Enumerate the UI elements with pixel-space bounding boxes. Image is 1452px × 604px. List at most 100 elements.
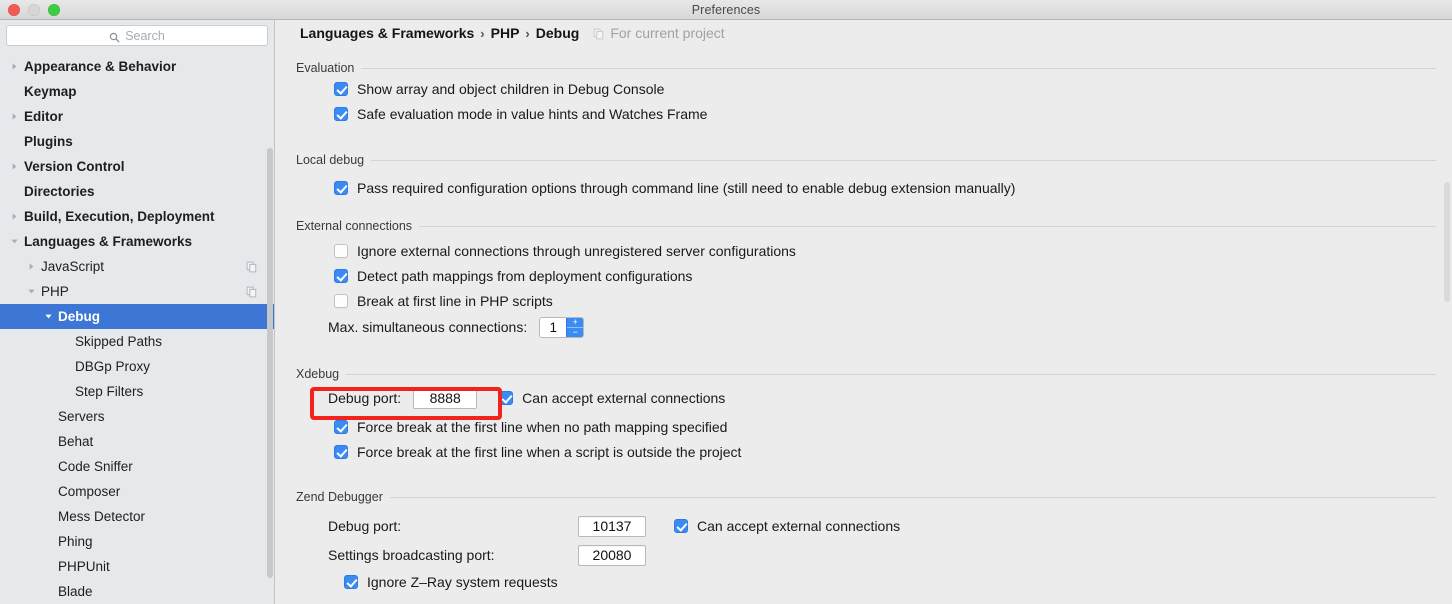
sidebar-item-keymap[interactable]: Keymap (0, 79, 274, 104)
content-scrollbar[interactable] (1444, 22, 1450, 602)
checkbox-row-force-break-outside-project[interactable]: Force break at the first line when a scr… (296, 439, 1436, 464)
sidebar-item-label: Servers (58, 409, 105, 424)
section-title-zend-debugger: Zend Debugger (296, 490, 383, 504)
chevron-right-icon[interactable] (9, 161, 20, 172)
break-at-first-line-label: Break at first line in PHP scripts (357, 292, 553, 309)
force-break-no-path-mapping-checkbox[interactable] (334, 419, 348, 434)
sidebar-item-languages-frameworks[interactable]: Languages & Frameworks (0, 229, 274, 254)
search-input[interactable]: Search (6, 25, 268, 46)
section-xdebug: Xdebug Debug port: 8888 Can accept exter… (296, 366, 1436, 464)
sidebar-item-behat[interactable]: Behat (0, 429, 274, 454)
sidebar-item-appearance-behavior[interactable]: Appearance & Behavior (0, 54, 274, 79)
section-header: Xdebug (296, 366, 1436, 382)
sidebar-item-blade[interactable]: Blade (0, 579, 274, 604)
stepper-buttons[interactable]: + − (566, 317, 584, 337)
sidebar-scrollbar[interactable] (267, 52, 273, 592)
pass-required-config-checkbox[interactable] (334, 180, 348, 195)
chevron-right-icon[interactable] (9, 61, 20, 72)
xdebug-accept-external-checkbox[interactable] (499, 391, 514, 405)
chevron-right-icon[interactable] (9, 111, 20, 122)
chevron-right-icon[interactable] (26, 261, 37, 272)
sidebar-item-label: Composer (58, 484, 121, 499)
ignore-zray-checkbox[interactable] (344, 574, 358, 589)
safe-evaluation-mode-checkbox[interactable] (334, 106, 348, 121)
detect-path-mappings-checkbox[interactable] (334, 268, 348, 283)
breadcrumb-item-2[interactable]: Debug (536, 25, 580, 41)
traffic-light-buttons (8, 4, 60, 16)
checkbox-row-force-break-no-path-mapping[interactable]: Force break at the first line when no pa… (296, 414, 1436, 439)
chevron-down-icon[interactable] (9, 236, 20, 247)
checkbox-row-show-array-children[interactable]: Show array and object children in Debug … (296, 76, 1436, 101)
sidebar-item-label: JavaScript (41, 259, 105, 274)
sidebar-item-plugins[interactable]: Plugins (0, 129, 274, 154)
window-titlebar: Preferences (0, 0, 1452, 20)
ignore-external-connections-checkbox[interactable] (334, 243, 348, 258)
sidebar-item-skipped-paths[interactable]: Skipped Paths (0, 329, 274, 354)
sidebar-item-javascript[interactable]: JavaScript (0, 254, 274, 279)
minimize-button[interactable] (28, 4, 40, 16)
sidebar-item-mess-detector[interactable]: Mess Detector (0, 504, 274, 529)
close-button[interactable] (8, 4, 20, 16)
max-connections-stepper[interactable]: 1 + − (539, 316, 585, 338)
section-header: Zend Debugger (296, 489, 1436, 505)
sidebar-item-dbgp-proxy[interactable]: DBGp Proxy (0, 354, 274, 379)
chevron-down-icon[interactable] (43, 311, 54, 322)
section-header: External connections (296, 218, 1436, 234)
sidebar-item-directories[interactable]: Directories (0, 179, 274, 204)
content-scrollbar-thumb[interactable] (1444, 182, 1450, 302)
checkbox-row-pass-required-config[interactable]: Pass required configuration options thro… (296, 175, 1436, 200)
checkbox-row-ignore-external-connections[interactable]: Ignore external connections through unre… (296, 238, 1436, 263)
search-icon (109, 30, 120, 43)
sidebar-item-servers[interactable]: Servers (0, 404, 274, 429)
sidebar-item-version-control[interactable]: Version Control (0, 154, 274, 179)
sidebar-item-label: PHPUnit (58, 559, 110, 574)
sidebar-item-build-execution-deployment[interactable]: Build, Execution, Deployment (0, 204, 274, 229)
breadcrumb-item-0[interactable]: Languages & Frameworks (300, 25, 474, 41)
sidebar-scrollbar-thumb[interactable] (267, 148, 273, 578)
checkbox-row-ignore-zray[interactable]: Ignore Z–Ray system requests (296, 569, 1436, 594)
break-at-first-line-checkbox[interactable] (334, 293, 348, 308)
search-container: Search (0, 20, 274, 50)
section-divider (361, 67, 1436, 69)
sidebar-item-phing[interactable]: Phing (0, 529, 274, 554)
scope-indicator: For current project (593, 25, 725, 41)
chevron-down-icon[interactable] (26, 286, 37, 297)
show-array-children-checkbox[interactable] (334, 81, 348, 96)
zend-broadcast-port-input[interactable]: 20080 (578, 544, 646, 566)
breadcrumb-item-1[interactable]: PHP (491, 25, 520, 41)
sidebar-item-editor[interactable]: Editor (0, 104, 274, 129)
settings-tree: Appearance & Behavior Keymap Editor Plugins… (0, 50, 274, 604)
sidebar-item-composer[interactable]: Composer (0, 479, 274, 504)
zoom-button[interactable] (48, 4, 60, 16)
stepper-up-button[interactable]: + (567, 318, 584, 328)
sidebar-item-label: Code Sniffer (58, 459, 133, 474)
section-title-xdebug: Xdebug (296, 367, 340, 381)
chevron-right-icon[interactable] (9, 211, 20, 222)
zend-debug-port-label: Debug port: (328, 518, 402, 534)
search-placeholder: Search (125, 28, 165, 43)
zend-accept-external-checkbox[interactable] (674, 519, 688, 533)
sidebar-item-debug[interactable]: Debug (0, 304, 274, 329)
xdebug-debug-port-row: Debug port: 8888 Can accept external con… (296, 382, 1436, 414)
stepper-down-button[interactable]: − (567, 327, 583, 337)
sidebar-item-php[interactable]: PHP (0, 279, 274, 304)
sidebar-item-step-filters[interactable]: Step Filters (0, 379, 274, 404)
preferences-window: Preferences Search Appearance & Behavior… (0, 0, 1452, 604)
sidebar-item-phpunit[interactable]: PHPUnit (0, 554, 274, 579)
max-connections-value[interactable]: 1 (540, 317, 567, 337)
xdebug-debug-port-input[interactable]: 8888 (413, 387, 478, 409)
zend-debug-port-input[interactable]: 10137 (578, 515, 646, 537)
checkbox-row-detect-path-mappings[interactable]: Detect path mappings from deployment con… (296, 263, 1436, 288)
sidebar-item-label: Languages & Frameworks (24, 234, 193, 249)
checkbox-row-safe-evaluation-mode[interactable]: Safe evaluation mode in value hints and … (296, 101, 1436, 126)
checkbox-row-break-at-first-line[interactable]: Break at first line in PHP scripts (296, 288, 1436, 313)
sidebar-item-code-sniffer[interactable]: Code Sniffer (0, 454, 274, 479)
force-break-outside-project-checkbox[interactable] (334, 444, 348, 459)
sidebar-item-label: Editor (24, 109, 63, 124)
